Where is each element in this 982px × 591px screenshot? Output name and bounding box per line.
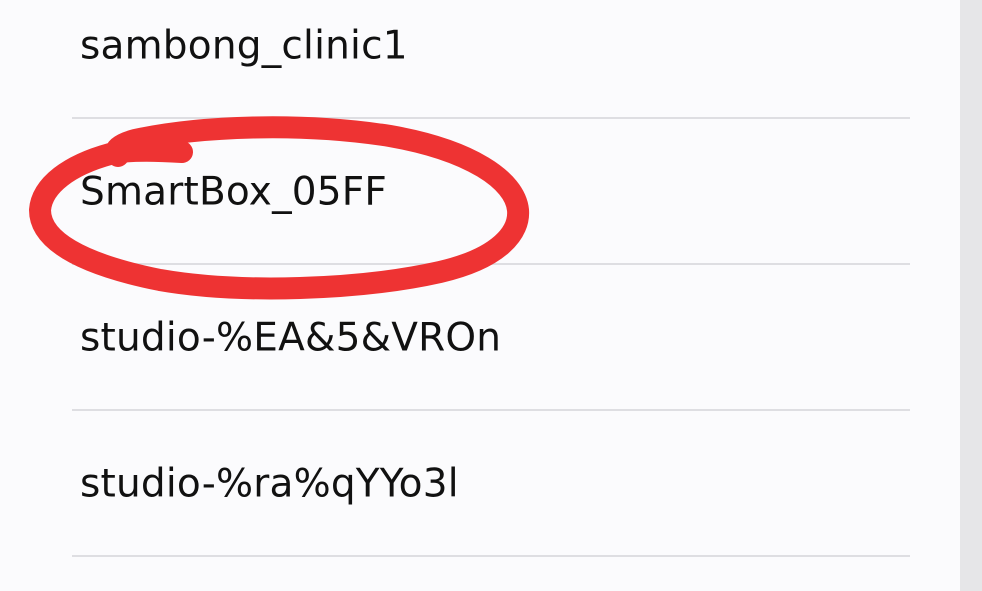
- network-name: studio-%ra%qYYo3l: [80, 461, 459, 507]
- network-list: sambong_clinic1 SmartBox_05FF studio-%EA…: [0, 0, 960, 591]
- wifi-list-screen: sambong_clinic1 SmartBox_05FF studio-%EA…: [0, 0, 982, 591]
- divider: [72, 555, 910, 557]
- network-item-smartbox-05ff[interactable]: SmartBox_05FF: [0, 119, 960, 265]
- network-item-studio-raqyyo3l[interactable]: studio-%ra%qYYo3l: [0, 411, 960, 557]
- network-list-panel: sambong_clinic1 SmartBox_05FF studio-%EA…: [0, 0, 960, 591]
- network-name: SmartBox_05FF: [80, 169, 388, 215]
- network-item-sambong-clinic1[interactable]: sambong_clinic1: [0, 0, 960, 119]
- network-name: sambong_clinic1: [80, 23, 408, 69]
- network-item-studio-ea5vron[interactable]: studio-%EA&5&VROn: [0, 265, 960, 411]
- network-name: studio-%EA&5&VROn: [80, 315, 502, 361]
